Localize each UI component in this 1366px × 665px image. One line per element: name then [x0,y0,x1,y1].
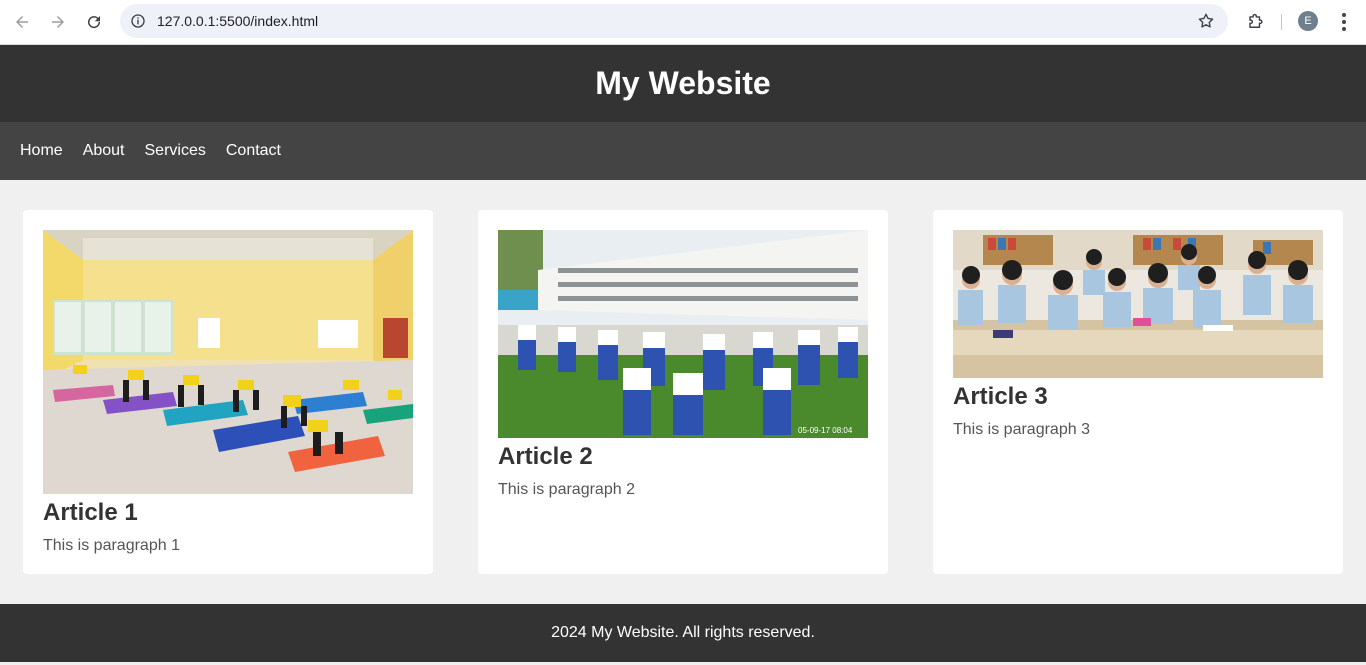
back-icon [16,16,28,28]
toolbar-divider [1281,14,1282,30]
article-title: Article 2 [498,443,593,470]
yoga-class-photo [43,230,413,494]
footer-text: 2024 My Website. All rights reserved. [551,624,815,641]
site-info-icon[interactable] [128,11,148,31]
article-card-3: Article 3 This is paragraph 3 [933,210,1343,574]
extensions-icon [1248,13,1262,28]
forward-button[interactable] [45,9,71,35]
site-footer: 2024 My Website. All rights reserved. [0,604,1366,662]
url-text[interactable]: 127.0.0.1:5500/index.html [157,13,318,29]
articles-section: Article 1 This is paragraph 1 05-09-17 0… [0,180,1366,604]
address-bar[interactable]: 127.0.0.1:5500/index.html [120,4,1228,38]
article-paragraph: This is paragraph 2 [498,481,635,498]
site-header: My Website [0,45,1366,122]
forward-icon [52,16,64,28]
nav-home[interactable]: Home [20,142,63,160]
nav-about[interactable]: About [83,142,125,160]
nav-contact[interactable]: Contact [226,142,281,160]
main-nav: Home About Services Contact [0,122,1366,180]
article-paragraph: This is paragraph 3 [953,421,1090,438]
article-card-2: 05-09-17 08:04 Article 2 This is paragra… [478,210,888,574]
classroom-students-photo [953,230,1323,378]
article-card-1: Article 1 This is paragraph 1 [23,210,433,574]
back-button[interactable] [9,9,35,35]
browser-toolbar: 127.0.0.1:5500/index.html E [0,0,1366,45]
reload-button[interactable] [81,9,107,35]
school-assembly-photo: 05-09-17 08:04 [498,230,868,438]
article-paragraph: This is paragraph 1 [43,537,180,554]
site-title: My Website [595,65,771,101]
photo-timestamp: 05-09-17 08:04 [798,426,853,435]
article-title: Article 3 [953,383,1048,410]
profile-avatar[interactable]: E [1298,11,1318,31]
extensions-button[interactable] [1242,9,1268,35]
article-title: Article 1 [43,499,138,526]
bookmark-star-icon[interactable] [1196,11,1216,31]
reload-icon [88,16,101,29]
kebab-menu-icon[interactable] [1332,10,1356,34]
nav-services[interactable]: Services [145,142,206,160]
